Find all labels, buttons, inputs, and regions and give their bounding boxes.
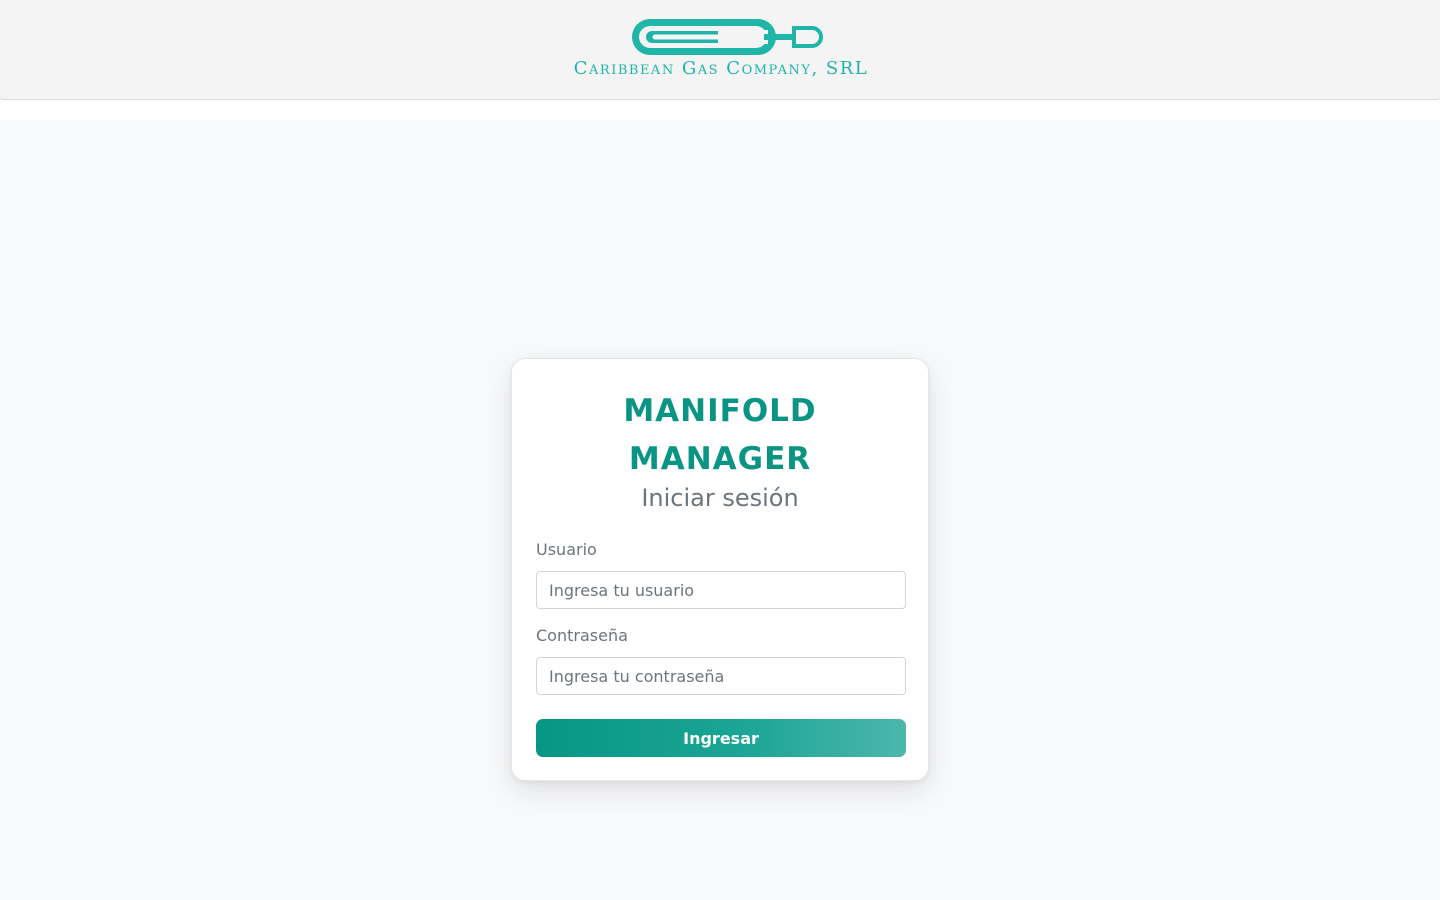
- app-title-line-2: MANAGER: [628, 441, 812, 477]
- password-input[interactable]: [536, 657, 906, 695]
- login-button[interactable]: Ingresar: [536, 719, 906, 757]
- app-title: MANIFOLD MANAGER: [536, 387, 904, 483]
- username-input[interactable]: [536, 571, 906, 609]
- company-logo: Caribbean Gas Company, SRL: [558, 18, 884, 80]
- top-header: Caribbean Gas Company, SRL: [0, 0, 1440, 100]
- username-label: Usuario: [536, 540, 597, 559]
- header-spacer: [0, 100, 1440, 120]
- password-label: Contraseña: [536, 626, 628, 645]
- company-name: Caribbean Gas Company, SRL: [573, 58, 869, 79]
- login-card: MANIFOLD MANAGER Iniciar sesión Usuario …: [511, 358, 929, 781]
- app-title-line-1: MANIFOLD: [623, 393, 817, 429]
- login-subtitle: Iniciar sesión: [641, 484, 799, 512]
- gas-cylinder-logo-icon: [632, 19, 823, 55]
